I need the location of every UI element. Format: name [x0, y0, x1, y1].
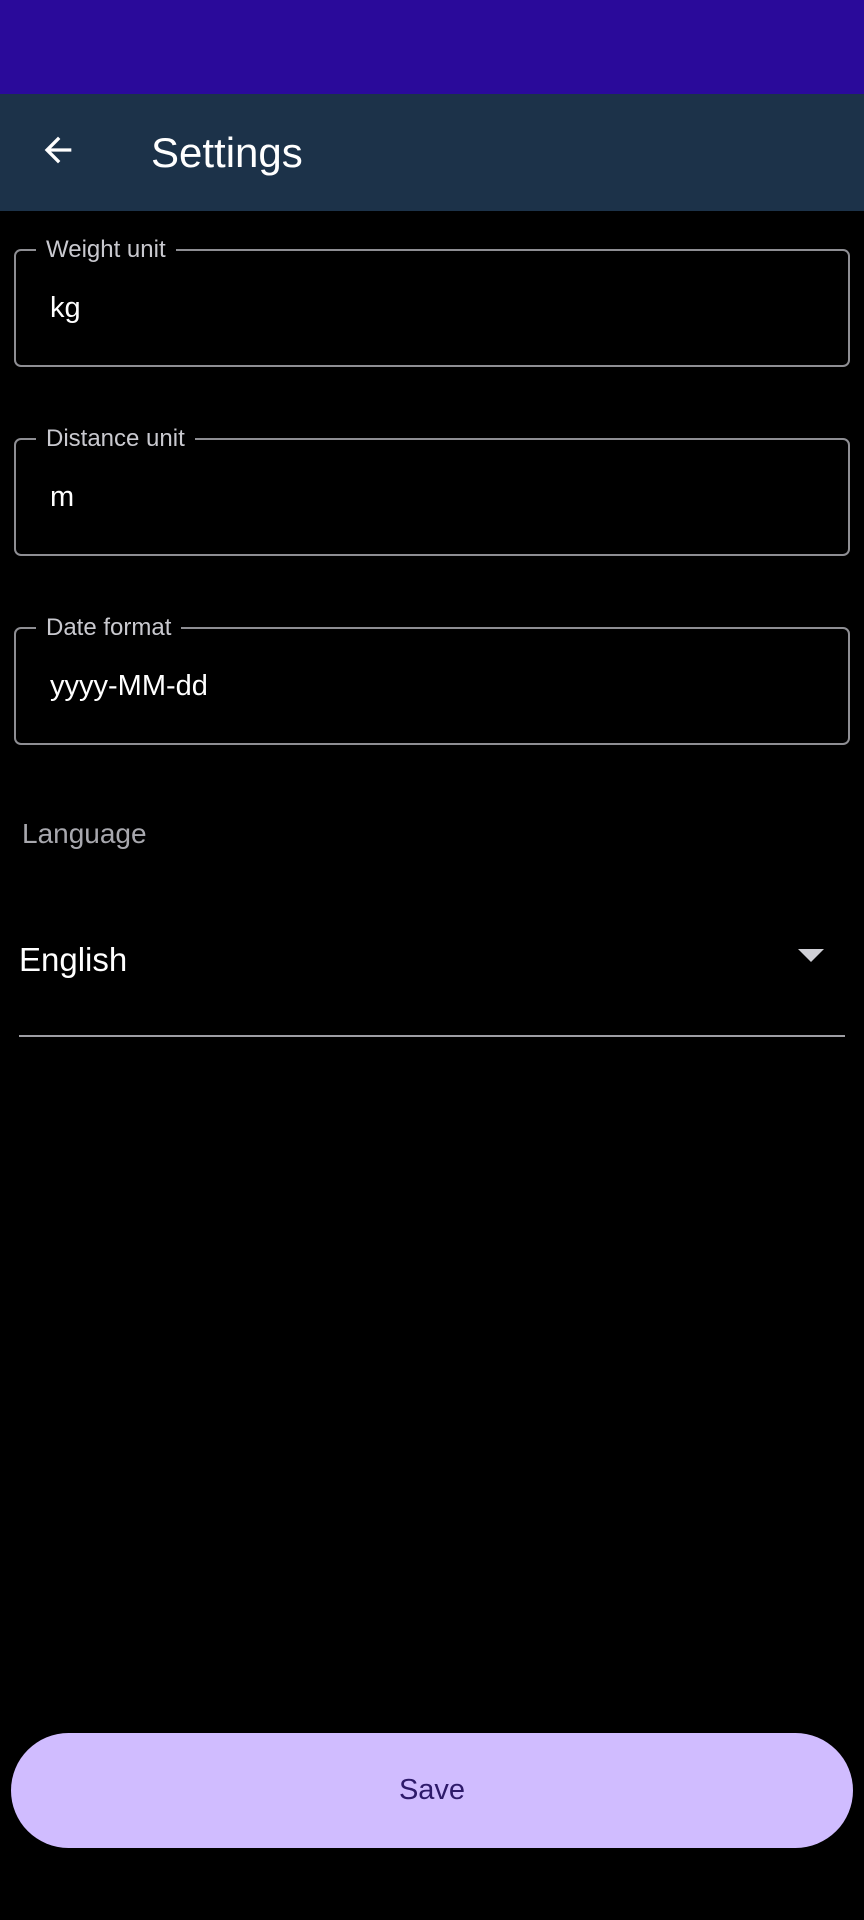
- date-format-field[interactable]: Date format yyyy-MM-dd: [14, 613, 850, 745]
- page-title: Settings: [151, 129, 303, 176]
- language-selected-value: English: [19, 941, 128, 978]
- weight-unit-field[interactable]: Weight unit kg: [14, 235, 850, 367]
- distance-unit-value[interactable]: m: [50, 440, 74, 554]
- save-button[interactable]: Save: [11, 1733, 853, 1848]
- date-format-value[interactable]: yyyy-MM-dd: [50, 629, 208, 743]
- status-bar: [0, 0, 864, 94]
- weight-unit-value[interactable]: kg: [50, 251, 81, 365]
- language-select[interactable]: English: [19, 905, 845, 1037]
- language-label: Language: [22, 818, 147, 849]
- back-button[interactable]: [26, 118, 90, 182]
- arrow-back-icon: [44, 136, 72, 164]
- dropdown-arrow-icon: [798, 949, 824, 962]
- distance-unit-field[interactable]: Distance unit m: [14, 424, 850, 556]
- app-bar: Settings: [0, 94, 864, 211]
